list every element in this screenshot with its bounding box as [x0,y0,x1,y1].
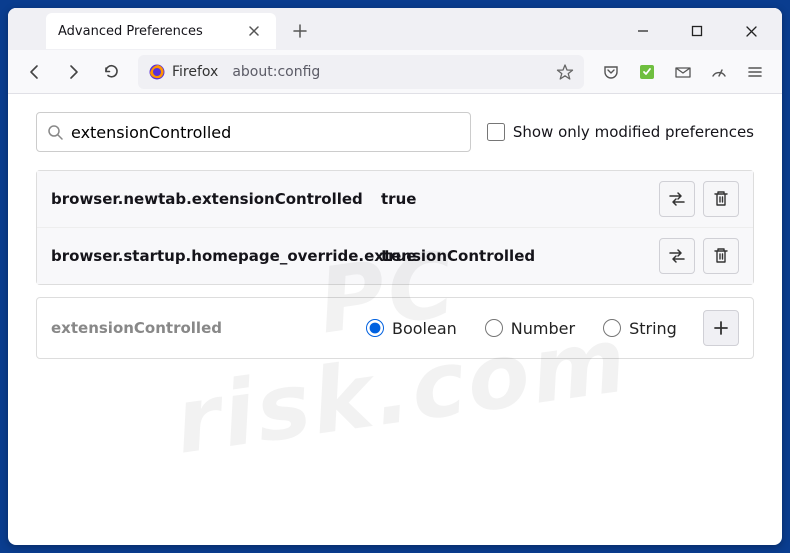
back-button[interactable] [18,55,52,89]
search-icon [47,124,63,140]
type-radio-label: String [629,319,677,338]
show-modified-checkbox[interactable]: Show only modified preferences [487,123,754,141]
url-text: about:config [232,64,320,80]
speed-icon[interactable] [702,55,736,89]
firefox-logo-icon: Firefox [148,63,218,81]
tab-title: Advanced Preferences [58,24,203,39]
new-preference-name: extensionControlled [51,318,366,338]
type-radio-label: Number [511,319,575,338]
preference-table: browser.newtab.extensionControlled true … [36,170,754,285]
type-radio-label: Boolean [392,319,457,338]
add-preference-button[interactable] [703,310,739,346]
new-tab-button[interactable] [284,15,316,47]
window-controls [620,15,774,47]
delete-button[interactable] [703,181,739,217]
forward-button[interactable] [56,55,90,89]
browser-window: Advanced Preferences [8,8,782,545]
tab-strip: Advanced Preferences [8,8,782,50]
type-radio-group: Boolean Number String [366,319,677,338]
toolbar-icons [594,55,772,89]
preference-row: browser.newtab.extensionControlled true [37,171,753,228]
close-tab-icon[interactable] [244,21,264,41]
preference-name: browser.newtab.extensionControlled [51,189,381,209]
content-area: PC risk.com Show only modified preferenc… [8,94,782,545]
toggle-button[interactable] [659,181,695,217]
url-bar[interactable]: Firefox about:config [138,55,584,89]
new-preference-row: extensionControlled Boolean Number Strin… [36,297,754,359]
toggle-button[interactable] [659,238,695,274]
pocket-icon[interactable] [594,55,628,89]
type-radio-input[interactable] [485,319,503,337]
close-window-button[interactable] [728,15,774,47]
preference-value: true [381,190,659,208]
preference-name: browser.startup.homepage_override.extens… [51,246,381,266]
url-bar-prefix: Firefox [172,64,218,80]
show-modified-checkbox-input[interactable] [487,123,505,141]
type-radio-input[interactable] [366,319,384,337]
type-radio-number[interactable]: Number [485,319,575,338]
mail-icon[interactable] [666,55,700,89]
maximize-button[interactable] [674,15,720,47]
extension-icon[interactable] [630,55,664,89]
type-radio-input[interactable] [603,319,621,337]
preference-actions [659,181,739,217]
reload-button[interactable] [94,55,128,89]
minimize-button[interactable] [620,15,666,47]
search-input[interactable] [71,123,460,142]
delete-button[interactable] [703,238,739,274]
hamburger-menu-icon[interactable] [738,55,772,89]
type-radio-string[interactable]: String [603,319,677,338]
preference-row: browser.startup.homepage_override.extens… [37,228,753,284]
search-box[interactable] [36,112,471,152]
toolbar: Firefox about:config [8,50,782,94]
preference-value: true [381,247,659,265]
preference-actions [659,238,739,274]
search-row: Show only modified preferences [36,112,754,152]
bookmark-star-icon[interactable] [556,63,574,81]
active-tab[interactable]: Advanced Preferences [46,13,276,49]
type-radio-boolean[interactable]: Boolean [366,319,457,338]
show-modified-label: Show only modified preferences [513,123,754,141]
